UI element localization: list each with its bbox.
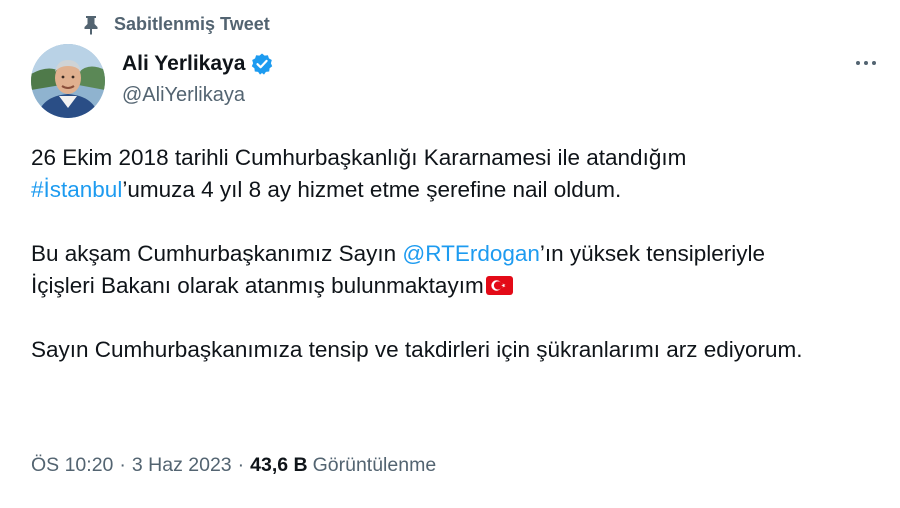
- tweet-text-line: ’ın yüksek tensipleriyle: [539, 241, 766, 266]
- views-count: 43,6 B: [250, 454, 308, 476]
- pin-icon: [82, 15, 100, 35]
- verified-badge-icon: [250, 52, 274, 76]
- tweet-text-line: ’umuza 4 yıl 8 ay hizmet etme şerefine n…: [122, 177, 622, 202]
- hashtag-link[interactable]: #İstanbul: [31, 177, 122, 202]
- pinned-label: Sabitlenmiş Tweet: [114, 14, 270, 34]
- tweet-paragraph-3: Sayın Cumhurbaşkanımıza tensip ve takdir…: [31, 334, 881, 366]
- tweet-date[interactable]: 3 Haz 2023: [132, 454, 232, 477]
- author-handle[interactable]: @AliYerlikaya: [122, 84, 245, 107]
- tweet-paragraph-2: Bu akşam Cumhurbaşkanımız Sayın @RTErdog…: [31, 238, 881, 302]
- author-name-row: Ali Yerlikaya: [122, 52, 274, 76]
- tweet-paragraph-1: 26 Ekim 2018 tarihli Cumhurbaşkanlığı Ka…: [31, 142, 881, 206]
- turkey-flag-icon: [485, 272, 513, 295]
- tweet-text-line: 26 Ekim 2018 tarihli Cumhurbaşkanlığı Ka…: [31, 145, 687, 170]
- meta-separator: ·: [237, 454, 245, 476]
- tweet-text-line: Sayın Cumhurbaşkanımıza tensip ve takdir…: [31, 337, 803, 362]
- views-label: Görüntülenme: [312, 454, 437, 476]
- pinned-tweet-indicator: Sabitlenmiş Tweet: [82, 14, 270, 35]
- tweet-text-line: İçişleri Bakanı olarak atanmış bulunmakt…: [31, 273, 484, 298]
- tweet-time[interactable]: ÖS 10:20: [31, 454, 113, 477]
- more-options-icon: [856, 61, 860, 65]
- tweet-text: 26 Ekim 2018 tarihli Cumhurbaşkanlığı Ka…: [31, 142, 881, 366]
- meta-separator: ·: [119, 454, 126, 476]
- avatar[interactable]: [31, 44, 105, 118]
- mention-link[interactable]: @RTErdogan: [402, 241, 540, 266]
- author-display-name[interactable]: Ali Yerlikaya: [122, 52, 245, 76]
- tweet-meta: ÖS 10:20 · 3 Haz 2023 · 43,6 B Görüntüle…: [31, 454, 436, 477]
- tweet-text-line: Bu akşam Cumhurbaşkanımız Sayın: [31, 241, 403, 266]
- more-options-button[interactable]: [848, 50, 884, 76]
